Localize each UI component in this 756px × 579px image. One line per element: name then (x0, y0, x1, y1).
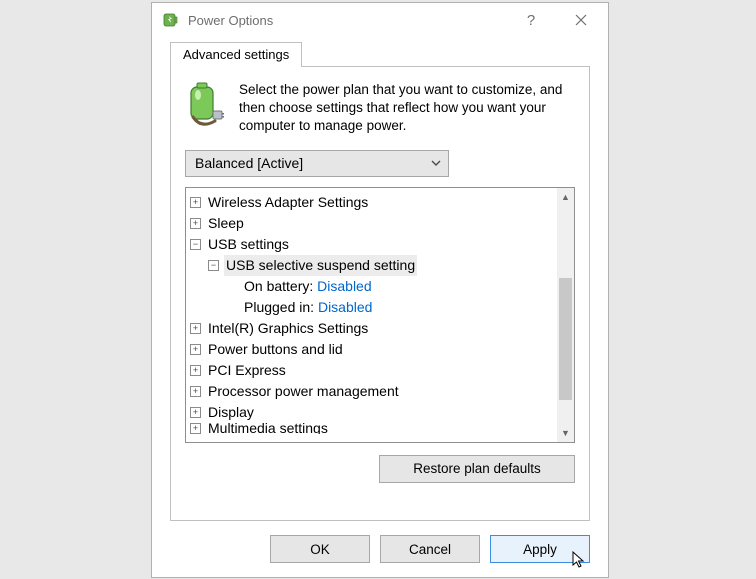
collapse-icon[interactable]: − (208, 260, 219, 271)
tree-item-intel-graphics[interactable]: + Intel(R) Graphics Settings (190, 318, 555, 339)
tabstrip: Advanced settings (170, 41, 590, 67)
tree-item-processor-power-mgmt[interactable]: + Processor power management (190, 381, 555, 402)
ok-button[interactable]: OK (270, 535, 370, 563)
tree-item-pci-express[interactable]: + PCI Express (190, 360, 555, 381)
tree-item-wireless-adapter[interactable]: + Wireless Adapter Settings (190, 192, 555, 213)
power-plan-select[interactable]: Balanced [Active] (185, 150, 449, 177)
expand-icon[interactable]: + (190, 218, 201, 229)
dialog-content: Advanced settings Select the power plan … (152, 37, 608, 535)
scroll-up-icon[interactable]: ▲ (561, 190, 570, 204)
dialog-button-row: OK Cancel Apply (152, 535, 608, 577)
titlebar: Power Options ? (152, 3, 608, 37)
cancel-button[interactable]: Cancel (380, 535, 480, 563)
power-options-dialog: Power Options ? Advanced settings (151, 2, 609, 578)
tree-item-display[interactable]: + Display (190, 402, 555, 423)
description-row: Select the power plan that you want to c… (185, 81, 575, 136)
help-button[interactable]: ? (510, 6, 552, 34)
tree-item-multimedia[interactable]: + Multimedia settings (190, 423, 555, 434)
tree-item-usb-selective-suspend[interactable]: − USB selective suspend setting (190, 255, 555, 276)
expand-icon[interactable]: + (190, 323, 201, 334)
apply-button[interactable]: Apply (490, 535, 590, 563)
expand-icon[interactable]: + (190, 197, 201, 208)
window-title: Power Options (188, 13, 502, 28)
tree-leaf-on-battery[interactable]: On battery: Disabled (190, 276, 555, 297)
settings-tree: + Wireless Adapter Settings + Sleep − US… (185, 187, 575, 443)
expand-icon[interactable]: + (190, 423, 201, 434)
scroll-track[interactable] (557, 204, 574, 426)
expand-icon[interactable]: + (190, 407, 201, 418)
scroll-down-icon[interactable]: ▼ (561, 426, 570, 440)
description-text: Select the power plan that you want to c… (239, 81, 575, 136)
expand-icon[interactable]: + (190, 365, 201, 376)
scroll-thumb[interactable] (559, 278, 572, 400)
tree-leaf-plugged-in[interactable]: Plugged in: Disabled (190, 297, 555, 318)
battery-plug-icon (162, 11, 180, 29)
power-plan-selected-label: Balanced [Active] (195, 155, 303, 171)
on-battery-value[interactable]: Disabled (317, 276, 371, 297)
expand-icon[interactable]: + (190, 344, 201, 355)
chevron-down-icon (431, 160, 441, 166)
collapse-icon[interactable]: − (190, 239, 201, 250)
tab-advanced-settings[interactable]: Advanced settings (170, 42, 302, 67)
tree-item-power-buttons-lid[interactable]: + Power buttons and lid (190, 339, 555, 360)
close-button[interactable] (560, 6, 602, 34)
expand-icon[interactable]: + (190, 386, 201, 397)
tree-item-usb-settings[interactable]: − USB settings (190, 234, 555, 255)
battery-plug-large-icon (185, 81, 225, 136)
tree-item-sleep[interactable]: + Sleep (190, 213, 555, 234)
restore-plan-defaults-button[interactable]: Restore plan defaults (379, 455, 575, 483)
tree-viewport[interactable]: + Wireless Adapter Settings + Sleep − US… (186, 188, 557, 442)
plugged-in-value[interactable]: Disabled (318, 297, 372, 318)
tree-vertical-scrollbar[interactable]: ▲ ▼ (557, 188, 574, 442)
tab-panel: Select the power plan that you want to c… (170, 67, 590, 521)
